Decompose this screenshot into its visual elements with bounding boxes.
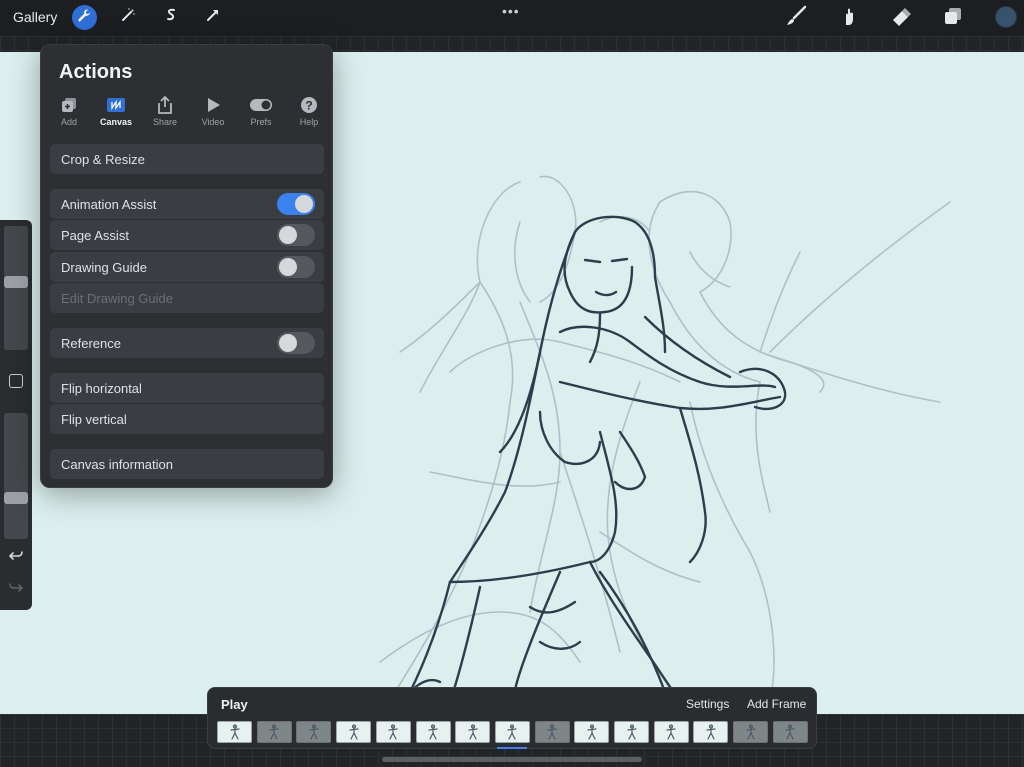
tab-add-label: Add [60, 117, 77, 127]
tab-help-label: Help [299, 117, 319, 127]
animation-frame-5[interactable] [375, 721, 411, 743]
reference-toggle[interactable] [277, 332, 315, 354]
page-assist-row[interactable]: Page Assist [50, 220, 324, 250]
tab-share[interactable]: Share [145, 95, 185, 131]
top-toolbar: Gallery ••• [0, 0, 1024, 36]
tab-help[interactable]: ? Help [289, 95, 329, 131]
svg-text:?: ? [305, 99, 312, 113]
redo-button[interactable] [6, 580, 26, 600]
tab-share-label: Share [152, 117, 178, 127]
color-picker-button[interactable] [995, 6, 1017, 28]
flip-vertical-row[interactable]: Flip vertical [50, 404, 324, 434]
brush-size-slider-thumb[interactable] [4, 276, 28, 288]
selected-frame-indicator [497, 747, 527, 749]
crop-resize-row[interactable]: Crop & Resize [50, 144, 324, 174]
selection-button[interactable] [158, 5, 183, 30]
opacity-slider[interactable] [4, 413, 28, 539]
flip-horizontal-row[interactable]: Flip horizontal [50, 373, 324, 403]
magic-wand-icon [120, 7, 136, 28]
toggle-knob [279, 226, 297, 244]
tab-video[interactable]: Video [193, 95, 233, 131]
animation-frame-4[interactable] [336, 721, 372, 743]
animation-frame-12[interactable] [653, 721, 689, 743]
page-assist-label: Page Assist [61, 227, 129, 243]
home-indicator [382, 757, 642, 762]
drawing-guide-toggle[interactable] [277, 256, 315, 278]
toggle-knob [279, 258, 297, 276]
drawing-guide-label: Drawing Guide [61, 259, 147, 275]
toggle-knob [279, 334, 297, 352]
animation-frame-15[interactable] [772, 721, 808, 743]
transform-icon [205, 7, 221, 28]
animation-frame-11[interactable] [614, 721, 649, 743]
animation-frame-7[interactable] [455, 721, 491, 743]
transform-button[interactable] [200, 5, 225, 30]
video-icon [193, 95, 233, 115]
animation-frame-1[interactable] [217, 721, 252, 743]
eraser-tool-button[interactable] [889, 6, 913, 30]
page-assist-toggle[interactable] [277, 224, 315, 246]
layers-icon [942, 5, 964, 32]
add-icon [49, 95, 89, 115]
animation-frame-3[interactable] [296, 721, 332, 743]
animation-assist-toggle[interactable] [277, 193, 315, 215]
reference-label: Reference [61, 335, 121, 351]
flip-vertical-label: Flip vertical [61, 411, 127, 427]
actions-tabs: Add Canvas Share Video Prefs ? Help [49, 95, 327, 131]
tab-add[interactable]: Add [49, 95, 89, 131]
animation-assist-label: Animation Assist [61, 196, 157, 212]
smudge-tool-button[interactable] [836, 6, 860, 30]
canvas-icon [96, 95, 136, 115]
undo-icon [8, 548, 24, 569]
actions-panel: Actions Add Canvas Share Video Prefs ? H… [40, 44, 333, 488]
edit-drawing-guide-label: Edit Drawing Guide [61, 290, 173, 306]
canvas-information-label: Canvas information [61, 456, 173, 472]
tab-prefs[interactable]: Prefs [241, 95, 281, 131]
wrench-icon [77, 8, 92, 28]
help-icon: ? [289, 95, 329, 115]
left-sidebar [0, 220, 32, 610]
tab-video-label: Video [201, 117, 225, 127]
tab-canvas-label: Canvas [99, 117, 133, 127]
animation-timeline: Play Settings Add Frame [207, 687, 817, 749]
smudge-icon [837, 5, 859, 32]
layers-button[interactable] [941, 6, 965, 30]
gallery-button[interactable]: Gallery [13, 9, 57, 25]
tab-prefs-label: Prefs [250, 117, 272, 127]
more-options[interactable]: ••• [502, 3, 520, 19]
canvas-information-row[interactable]: Canvas information [50, 449, 324, 479]
animation-frame-9[interactable] [534, 721, 570, 743]
brush-icon [785, 5, 807, 32]
drawing-guide-row[interactable]: Drawing Guide [50, 252, 324, 282]
modify-square-icon[interactable] [9, 374, 23, 388]
selection-icon [163, 7, 179, 28]
animation-assist-row[interactable]: Animation Assist [50, 189, 324, 219]
flip-horizontal-label: Flip horizontal [61, 380, 142, 396]
prefs-icon [241, 95, 281, 115]
opacity-slider-thumb[interactable] [4, 492, 28, 504]
actions-title: Actions [59, 61, 133, 83]
animation-frame-13[interactable] [693, 721, 729, 743]
animation-frame-10[interactable] [574, 721, 610, 743]
tab-canvas[interactable]: Canvas [96, 95, 136, 131]
adjustments-button[interactable] [115, 5, 140, 30]
animation-frame-8[interactable] [494, 721, 530, 743]
toggle-knob [295, 195, 313, 213]
brush-tool-button[interactable] [784, 5, 808, 32]
crop-resize-label: Crop & Resize [61, 151, 145, 167]
animation-frame-6[interactable] [415, 721, 451, 743]
redo-icon [8, 580, 24, 601]
undo-button[interactable] [6, 548, 26, 568]
add-frame-button[interactable]: Add Frame [747, 697, 806, 711]
animation-frame-14[interactable] [733, 721, 769, 743]
play-button[interactable]: Play [221, 697, 248, 712]
animation-frame-2[interactable] [256, 721, 292, 743]
brush-size-slider[interactable] [4, 226, 28, 350]
actions-button[interactable] [72, 5, 97, 30]
reference-row[interactable]: Reference [50, 328, 324, 358]
share-icon [145, 95, 185, 115]
animation-settings-button[interactable]: Settings [686, 697, 729, 711]
edit-drawing-guide-row: Edit Drawing Guide [50, 283, 324, 313]
eraser-icon [890, 5, 912, 32]
